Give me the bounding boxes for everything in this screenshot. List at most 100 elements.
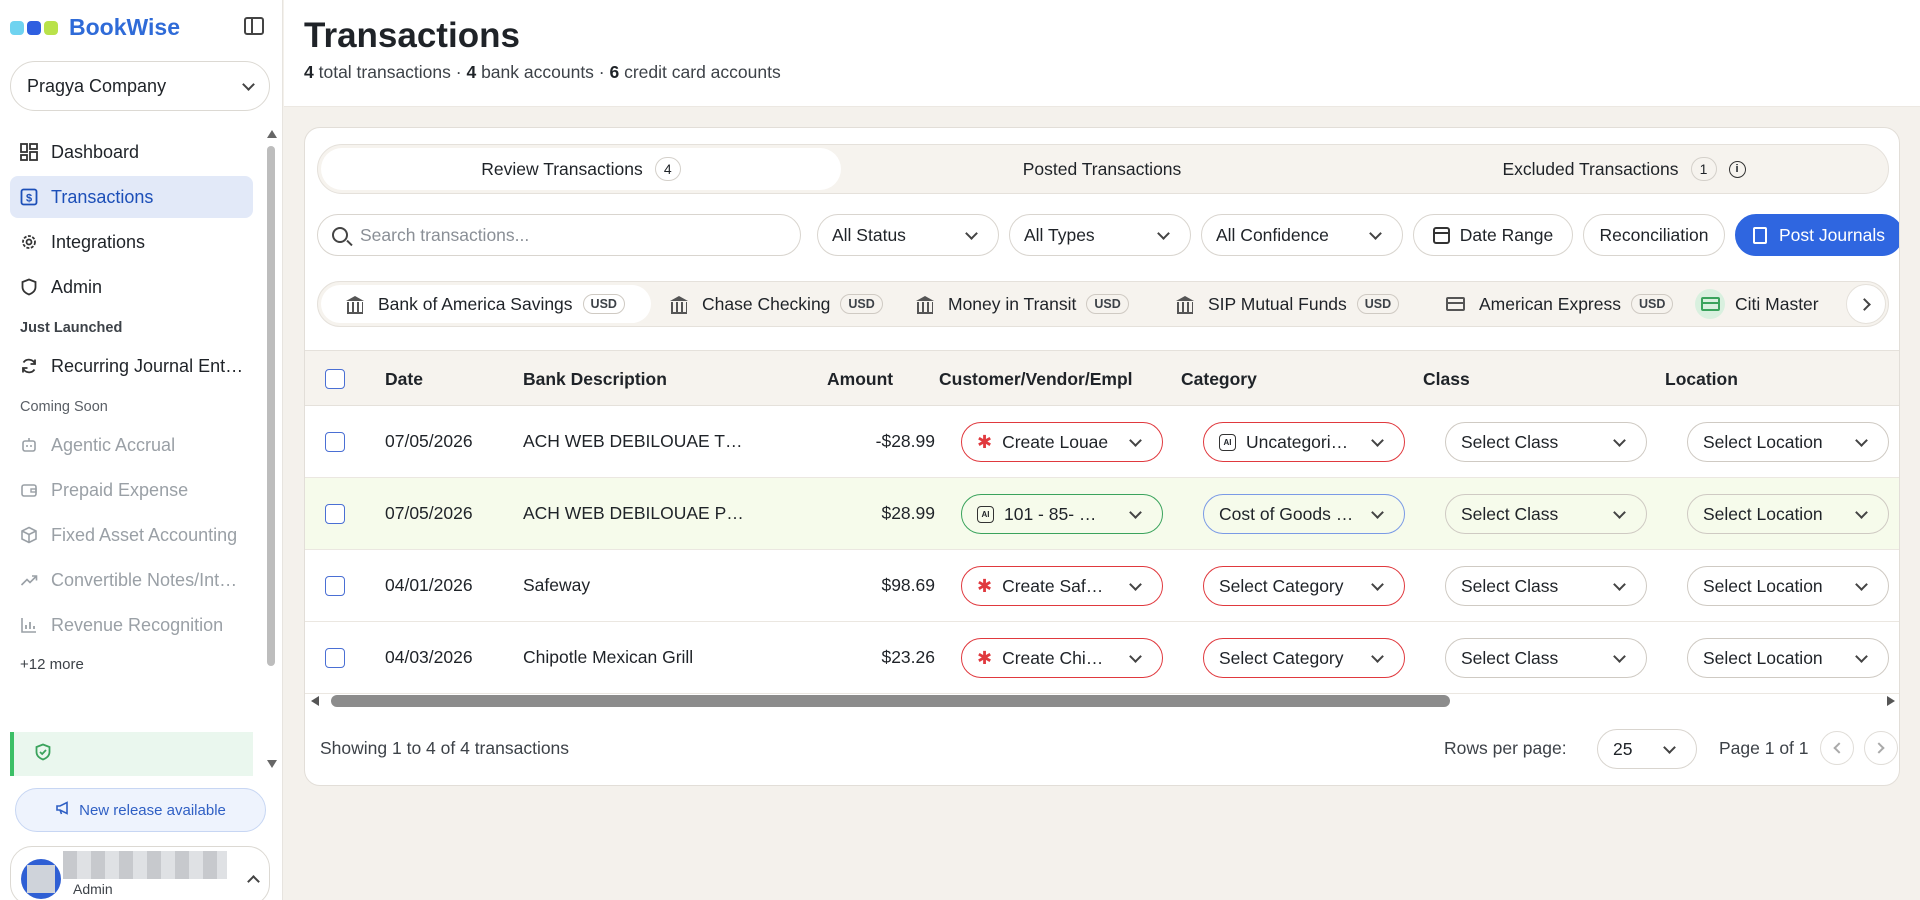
nav-item-integrations[interactable]: Integrations: [10, 221, 253, 263]
nav-label: Transactions: [51, 186, 154, 207]
account-tab-american-express[interactable]: American Express USD: [1436, 285, 1674, 323]
status-filter[interactable]: All Status: [817, 214, 999, 256]
account-tab-chase-checking[interactable]: Chase Checking USD: [660, 285, 883, 323]
reconciliation-label: Reconciliation: [1599, 224, 1709, 245]
types-filter[interactable]: All Types: [1009, 214, 1191, 256]
scroll-right-icon[interactable]: [1887, 696, 1895, 706]
location-value: Select Location: [1703, 431, 1823, 452]
vendor-select[interactable]: ✱ Create Louae: [961, 422, 1163, 462]
confidence-filter[interactable]: All Confidence: [1201, 214, 1403, 256]
account-tab-money-in-transit[interactable]: Money in Transit USD: [906, 285, 1129, 323]
credit-card-icon: [1700, 297, 1720, 311]
nav-item-prepaid-expense[interactable]: Prepaid Expense: [10, 469, 253, 511]
dashboard-icon: [20, 143, 38, 161]
sidebar-scrollbar[interactable]: [267, 130, 277, 770]
account-tab-boa-savings[interactable]: Bank of America Savings USD: [321, 285, 651, 323]
nav-item-agentic-accrual[interactable]: Agentic Accrual: [10, 424, 253, 466]
currency-badge: USD: [582, 294, 625, 314]
post-journals-label: Post Journals: [1778, 224, 1886, 245]
location-select[interactable]: Select Location: [1687, 494, 1889, 534]
tab-posted[interactable]: Posted Transactions: [842, 148, 1362, 190]
tab-excluded[interactable]: Excluded Transactions 1 i: [1364, 148, 1884, 190]
nav-item-fixed-asset[interactable]: Fixed Asset Accounting: [10, 514, 253, 556]
tab-label: Review Transactions: [481, 158, 643, 179]
bank-icon: [916, 296, 934, 314]
nav-item-recurring-journal[interactable]: Recurring Journal Ent…: [10, 345, 253, 387]
table-row[interactable]: 04/03/2026 Chipotle Mexican Grill $23.26…: [305, 622, 1899, 694]
more-link[interactable]: +12 more: [10, 649, 253, 679]
category-select[interactable]: Cost of Goods …: [1203, 494, 1405, 534]
toolbar: All Status All Types All Confidence Date…: [317, 214, 1899, 256]
class-select[interactable]: Select Class: [1445, 494, 1647, 534]
chevron-down-icon: [1129, 649, 1142, 663]
category-select[interactable]: Select Category: [1203, 638, 1405, 678]
location-select[interactable]: Select Location: [1687, 422, 1889, 462]
brand[interactable]: BookWise: [10, 14, 180, 41]
prev-page-button[interactable]: [1820, 731, 1854, 765]
category-select[interactable]: Select Category: [1203, 566, 1405, 606]
class-select[interactable]: Select Class: [1445, 566, 1647, 606]
location-select[interactable]: Select Location: [1687, 566, 1889, 606]
nav-item-admin[interactable]: Admin: [10, 266, 253, 308]
date-range-button[interactable]: Date Range: [1413, 214, 1573, 256]
nav-item-transactions[interactable]: $ Transactions: [10, 176, 253, 218]
rows-per-page-value: 25: [1613, 738, 1633, 759]
user-menu[interactable]: Admin: [10, 846, 270, 900]
vendor-select[interactable]: ✱ Create Chi…: [961, 638, 1163, 678]
rows-per-page-select[interactable]: 25: [1597, 729, 1697, 769]
reconciliation-button[interactable]: Reconciliation: [1583, 214, 1725, 256]
accounts-next-button[interactable]: [1846, 284, 1886, 324]
vendor-select[interactable]: ✱ Create Saf…: [961, 566, 1163, 606]
col-class[interactable]: Class: [1423, 369, 1470, 390]
col-location[interactable]: Location: [1665, 369, 1738, 390]
section-just-launched: Just Launched: [20, 320, 123, 336]
location-select[interactable]: Select Location: [1687, 638, 1889, 678]
col-amount[interactable]: Amount: [827, 369, 893, 390]
info-icon[interactable]: i: [1728, 160, 1746, 178]
nav-item-dashboard[interactable]: Dashboard: [10, 131, 253, 173]
row-date: 04/01/2026: [385, 575, 473, 595]
refresh-icon: [20, 357, 38, 375]
scroll-up-icon[interactable]: [267, 130, 277, 138]
scroll-down-icon[interactable]: [267, 760, 277, 768]
table-row[interactable]: 04/01/2026 Safeway $98.69 ✱ Create Saf… …: [305, 550, 1899, 622]
table-row[interactable]: 07/05/2026 ACH WEB DEBILOUAE P… $28.99 A…: [305, 478, 1899, 550]
class-select[interactable]: Select Class: [1445, 638, 1647, 678]
post-journals-button[interactable]: Post Journals: [1735, 214, 1899, 256]
account-name: Bank of America Savings: [378, 293, 573, 314]
chevron-down-icon: [1157, 226, 1170, 240]
date-range-label: Date Range: [1459, 224, 1554, 245]
nav-item-convertible-notes[interactable]: Convertible Notes/Int…: [10, 559, 253, 601]
col-date[interactable]: Date: [385, 369, 423, 390]
col-category[interactable]: Category: [1181, 369, 1257, 390]
row-checkbox[interactable]: [325, 432, 345, 452]
vendor-select[interactable]: AI 101 - 85- …: [961, 494, 1163, 534]
chevron-down-icon: [1855, 577, 1868, 591]
account-tab-citi-master[interactable]: Citi Master: [1685, 285, 1819, 323]
scroll-thumb[interactable]: [331, 695, 1450, 707]
next-page-button[interactable]: [1864, 731, 1898, 765]
chevron-down-icon: [1129, 505, 1142, 519]
col-customer-vendor[interactable]: Customer/Vendor/Empl: [939, 369, 1133, 390]
table-horizontal-scrollbar[interactable]: [311, 694, 1895, 708]
scroll-left-icon[interactable]: [311, 696, 319, 706]
scroll-thumb[interactable]: [267, 146, 275, 666]
account-tab-sip-mutual-funds[interactable]: SIP Mutual Funds USD: [1166, 285, 1400, 323]
tab-review[interactable]: Review Transactions 4: [321, 148, 841, 190]
company-selector[interactable]: Pragya Company: [10, 61, 270, 111]
chevron-down-icon: [1369, 226, 1382, 240]
bank-label: bank accounts: [481, 62, 594, 82]
class-select[interactable]: Select Class: [1445, 422, 1647, 462]
row-checkbox[interactable]: [325, 504, 345, 524]
table-row[interactable]: 07/05/2026 ACH WEB DEBILOUAE T… -$28.99 …: [305, 406, 1899, 478]
sidebar-toggle-icon[interactable]: [244, 17, 264, 35]
col-bank-description[interactable]: Bank Description: [523, 369, 667, 390]
row-checkbox[interactable]: [325, 576, 345, 596]
megaphone-icon: [55, 800, 71, 820]
search-input[interactable]: [360, 224, 780, 246]
new-release-button[interactable]: New release available: [15, 788, 266, 832]
nav-item-revenue-recognition[interactable]: Revenue Recognition: [10, 604, 253, 646]
category-select[interactable]: AI Uncategori…: [1203, 422, 1405, 462]
select-all-checkbox[interactable]: [325, 369, 345, 389]
row-checkbox[interactable]: [325, 648, 345, 668]
